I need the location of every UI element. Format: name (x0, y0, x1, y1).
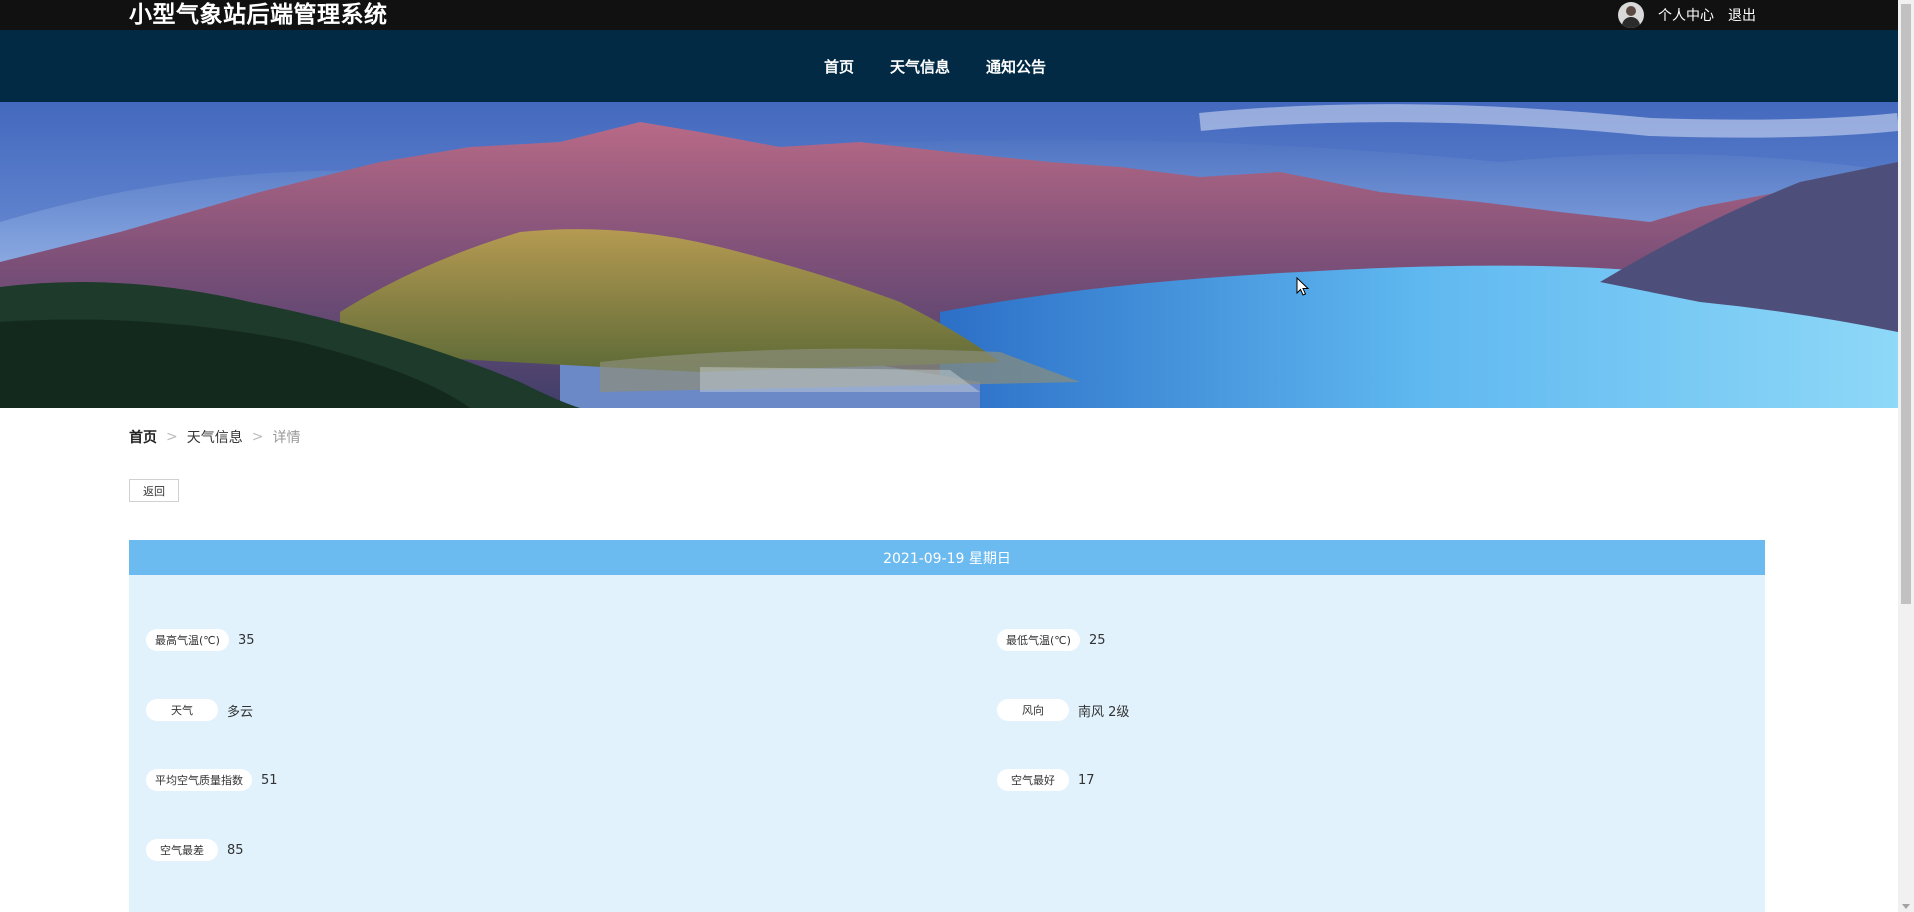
nav-items: 首页 天气信息 通知公告 (0, 30, 1898, 102)
page-scrollbar[interactable] (1898, 0, 1914, 912)
field-weather: 天气 多云 (146, 699, 253, 721)
breadcrumb-separator: > (251, 429, 264, 445)
personal-center-link[interactable]: 个人中心 (1658, 5, 1714, 25)
scrollbar-thumb[interactable] (1901, 4, 1911, 604)
banner-image (0, 102, 1898, 408)
detail-date-text: 2021-09-19 星期日 (883, 550, 1011, 567)
field-air-best: 空气最好 17 (997, 769, 1095, 791)
field-max-temperature: 最高气温(℃) 35 (146, 629, 254, 651)
field-air-worst: 空气最差 85 (146, 839, 244, 861)
field-value: 85 (227, 842, 244, 858)
site-title: 小型气象站后端管理系统 (129, 2, 388, 28)
avatar[interactable] (1618, 2, 1644, 28)
avatar-head (1626, 6, 1636, 16)
field-avg-aqi: 平均空气质量指数 51 (146, 769, 278, 791)
main-nav: 首页 天气信息 通知公告 (0, 30, 1898, 102)
field-wind-direction: 风向 南风 2级 (997, 699, 1129, 721)
top-bar: 小型气象站后端管理系统 个人中心 退出 (0, 0, 1898, 30)
scroll-down-arrow-icon[interactable] (1902, 904, 1910, 909)
field-value: 25 (1088, 632, 1106, 648)
field-value: 南风 2级 (1078, 704, 1130, 720)
field-min-temperature: 最低气温(℃) 25 (997, 629, 1105, 651)
breadcrumb: 首页 > 天气信息 > 详情 (129, 427, 300, 447)
back-button[interactable]: 返回 (129, 479, 179, 502)
field-label: 最高气温(℃) (146, 629, 229, 651)
field-value: 多云 (227, 704, 254, 720)
field-label: 空气最差 (146, 839, 218, 861)
field-value: 51 (261, 772, 278, 788)
mouse-cursor-icon (1296, 277, 1310, 296)
user-area: 个人中心 退出 (1618, 1, 1756, 29)
field-label: 天气 (146, 699, 218, 721)
field-value: 17 (1078, 772, 1095, 788)
field-label: 风向 (997, 699, 1069, 721)
avatar-body (1622, 17, 1640, 28)
nav-item-home[interactable]: 首页 (824, 56, 854, 77)
field-value: 35 (237, 632, 255, 648)
breadcrumb-detail: 详情 (272, 430, 301, 446)
banner-carousel[interactable] (0, 102, 1898, 408)
nav-item-notices[interactable]: 通知公告 (986, 56, 1046, 77)
field-label: 平均空气质量指数 (146, 769, 252, 791)
breadcrumb-separator: > (166, 429, 178, 445)
nav-item-weather-info[interactable]: 天气信息 (890, 56, 950, 77)
logout-link[interactable]: 退出 (1728, 5, 1756, 25)
breadcrumb-home[interactable]: 首页 (129, 427, 157, 447)
field-label: 最低气温(℃) (997, 629, 1080, 651)
detail-body: 最高气温(℃) 35 最低气温(℃) 25 天气 多云 风向 南风 2级 平均空… (129, 575, 1765, 912)
breadcrumb-weather-info[interactable]: 天气信息 (187, 427, 243, 447)
detail-date-header: 2021-09-19 星期日 (129, 540, 1765, 575)
field-label: 空气最好 (997, 769, 1069, 791)
